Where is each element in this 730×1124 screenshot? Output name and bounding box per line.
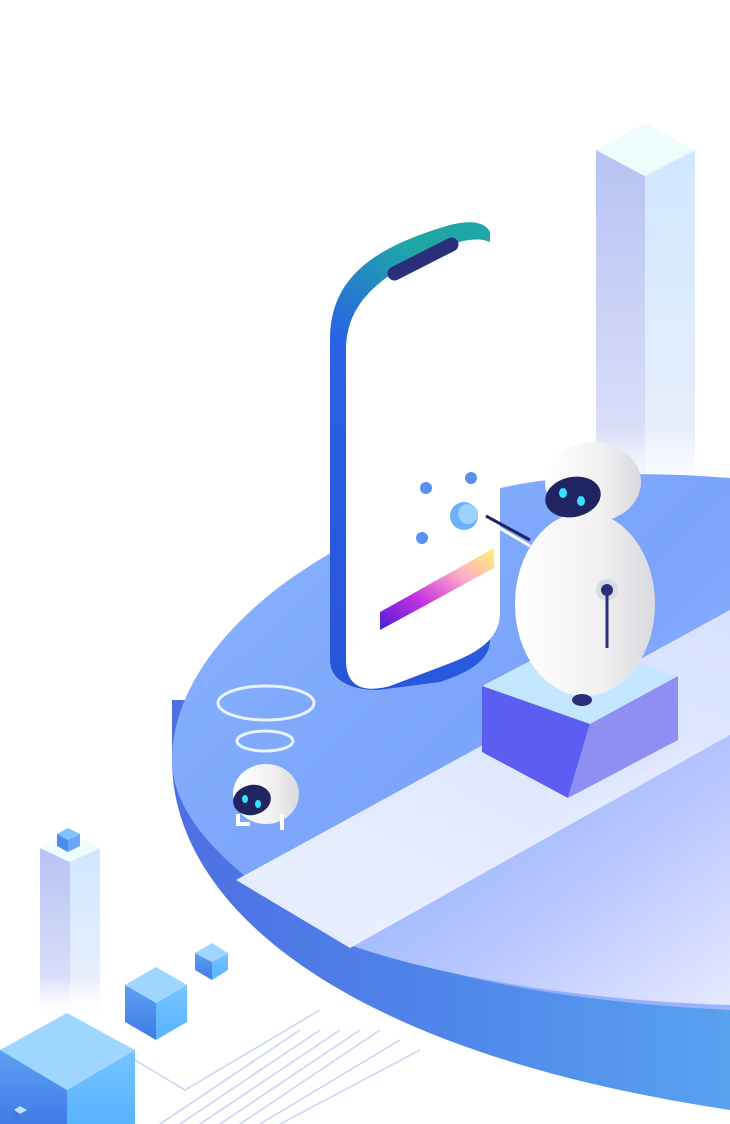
cube-small (195, 943, 228, 980)
pillar-left (40, 828, 100, 1020)
robot-illustration (0, 123, 730, 1124)
cube-large (0, 1013, 135, 1124)
mobile-phone (330, 222, 500, 690)
cube-medium (125, 967, 187, 1040)
